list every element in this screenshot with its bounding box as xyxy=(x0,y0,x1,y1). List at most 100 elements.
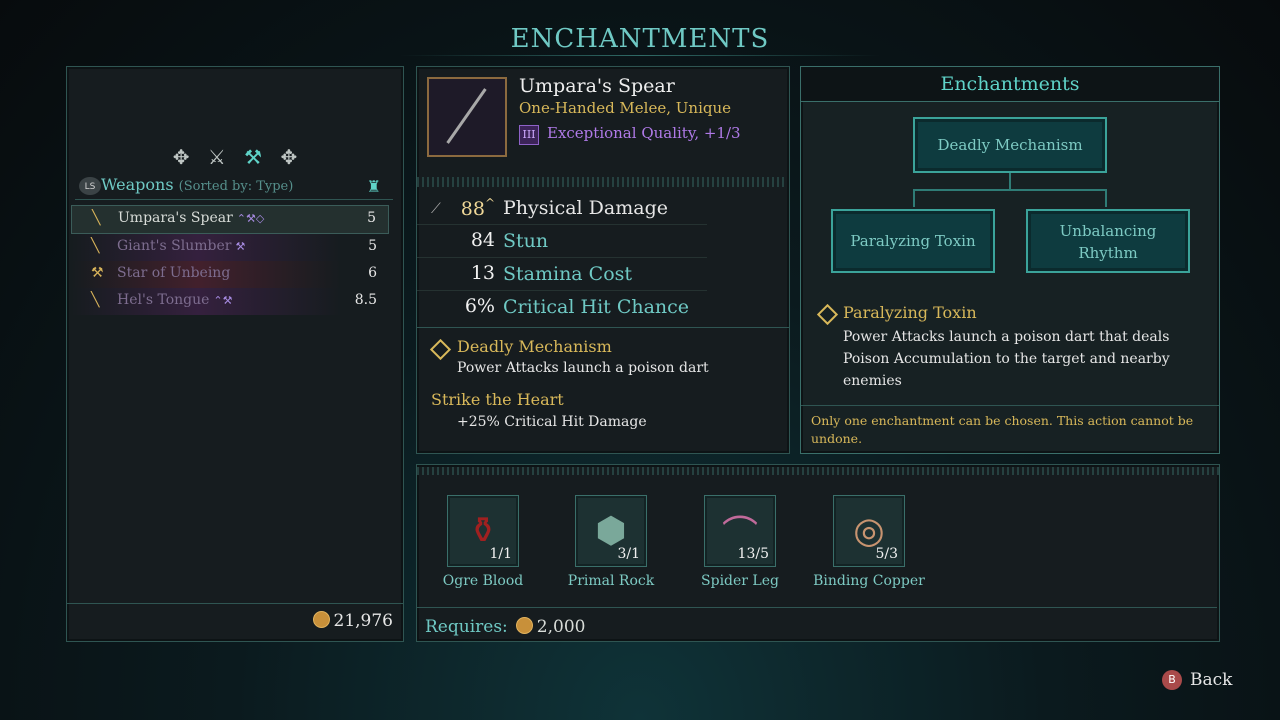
weapon-weight: 8.5 xyxy=(354,292,377,308)
requires-label: Requires: xyxy=(425,617,508,637)
material-count: 5/3 xyxy=(875,546,898,562)
stat-stun: 84 Stun xyxy=(417,227,707,258)
material-slot: ◎ 5/3 xyxy=(833,495,905,567)
divider xyxy=(417,177,787,187)
connector xyxy=(1105,189,1107,207)
stat-value: 13 xyxy=(470,262,495,284)
material-name: Ogre Blood xyxy=(442,573,524,589)
stat-value: 6% xyxy=(464,295,495,317)
category-icons: ✥ ⚔ ⚒ ✥ xyxy=(67,145,403,169)
stat-stamina-cost: 13 Stamina Cost xyxy=(417,260,707,291)
node-unbalancing-rhythm[interactable]: Unbalancing Rhythm xyxy=(1026,209,1190,273)
material-name: Binding Copper xyxy=(813,573,925,589)
enchantments-title: Enchantments xyxy=(940,73,1080,95)
material-slot: ⌒ 13/5 xyxy=(704,495,776,567)
page-title: ENCHANTMENTS xyxy=(510,24,770,54)
weapon-weight: 6 xyxy=(368,265,377,281)
stat-label: Physical Damage xyxy=(503,197,668,219)
requires-amount: 2,000 xyxy=(536,617,586,637)
weapon-name: Hel's Tongue xyxy=(117,292,210,308)
sort-label[interactable]: (Sorted by: Type) xyxy=(179,179,294,194)
current-enchant-desc: Power Attacks launch a poison dart xyxy=(457,360,709,376)
stat-value: 88^ xyxy=(460,196,495,220)
weapons-title: Weapons (Sorted by: Type) xyxy=(101,175,294,194)
material-count: 1/1 xyxy=(489,546,512,562)
enchant-diamond-icon xyxy=(816,303,839,326)
stat-label: Stun xyxy=(503,230,549,252)
anvil-icon[interactable]: ⚒ xyxy=(244,145,262,169)
back-button[interactable]: B Back xyxy=(1162,670,1232,690)
warning-text: Only one enchantment can be chosen. This… xyxy=(811,413,1194,446)
dpad-left-icon: ✥ xyxy=(172,145,190,169)
ls-button-icon: LS xyxy=(79,177,101,195)
sword-icon: ╲ xyxy=(91,292,100,308)
coin-icon xyxy=(515,617,533,634)
material-slot: ⚱ 1/1 xyxy=(447,495,519,567)
material-ogre-blood[interactable]: ⚱ 1/1 Ogre Blood xyxy=(423,495,543,589)
divider xyxy=(67,603,403,604)
material-slot: ⬢ 3/1 xyxy=(575,495,647,567)
anvil-tag-icon: ⚒ xyxy=(235,240,246,253)
back-label: Back xyxy=(1190,670,1233,690)
list-item-giants-slumber[interactable]: ╲ Giant's Slumber ⚒ 5 xyxy=(71,234,389,261)
selected-enchant-title: Paralyzing Toxin xyxy=(843,303,977,322)
material-binding-copper[interactable]: ◎ 5/3 Binding Copper xyxy=(809,495,929,589)
material-name: Primal Rock xyxy=(567,573,655,589)
dpad-right-icon: ✥ xyxy=(280,145,298,169)
material-name: Spider Leg xyxy=(701,573,779,589)
enchantments-panel: Enchantments Deadly Mechanism Paralyzing… xyxy=(800,66,1220,454)
rune-tags-icon: ⌃⚒◇ xyxy=(236,212,265,225)
weapon-name: Umpara's Spear xyxy=(118,210,233,226)
stat-value: 84 xyxy=(470,229,495,251)
spear-icon xyxy=(446,88,487,144)
node-paralyzing-toxin[interactable]: Paralyzing Toxin xyxy=(831,209,995,273)
stat-label: Critical Hit Chance xyxy=(503,296,690,318)
material-primal-rock[interactable]: ⬢ 3/1 Primal Rock xyxy=(551,495,671,589)
materials-panel: ⚱ 1/1 Ogre Blood ⬢ 3/1 Primal Rock ⌒ 13/… xyxy=(416,464,1220,642)
crossed-swords-icon[interactable]: ⚔ xyxy=(208,145,226,169)
bonus-title: Strike the Heart xyxy=(431,390,564,409)
weapon-weight: 5 xyxy=(368,238,377,254)
connector xyxy=(913,189,915,207)
bag-icon[interactable]: ♜ xyxy=(367,177,381,196)
hammer-icon: ⚒ xyxy=(91,265,104,281)
weapon-name: Giant's Slumber xyxy=(117,238,232,254)
current-enchant-title: Deadly Mechanism xyxy=(457,337,612,356)
quality-badge: III xyxy=(519,125,539,145)
material-spider-leg[interactable]: ⌒ 13/5 Spider Leg xyxy=(680,495,800,589)
material-count: 3/1 xyxy=(617,546,640,562)
weapons-list: ╲ Umpara's Spear ⌃⚒◇ 5 ╲ Giant's Slumber ⚒… xyxy=(71,205,389,315)
divider xyxy=(417,467,1219,475)
divider xyxy=(417,607,1217,608)
weapons-panel: ✥ ⚔ ⚒ ✥ LS Weapons (Sorted by: Type) ♜ ╲… xyxy=(66,66,404,642)
item-quality: III Exceptional Quality, +1/3 xyxy=(519,124,741,145)
selected-enchant-desc: Power Attacks launch a poison dart that … xyxy=(843,329,1170,389)
bonus-desc: +25% Critical Hit Damage xyxy=(457,414,647,430)
weapon-name: Star of Unbeing xyxy=(117,265,231,281)
weapons-header: LS Weapons (Sorted by: Type) ♜ xyxy=(75,175,393,200)
item-type: One-Handed Melee, Unique xyxy=(519,99,731,117)
connector xyxy=(913,189,1107,191)
item-name: Umpara's Spear xyxy=(519,75,675,97)
material-count: 13/5 xyxy=(737,546,769,562)
list-item-umparas-spear[interactable]: ╲ Umpara's Spear ⌃⚒◇ 5 xyxy=(71,205,389,234)
item-detail-panel: Umpara's Spear One-Handed Melee, Unique … xyxy=(416,66,790,454)
spear-icon: ╲ xyxy=(91,238,100,254)
requires-row: Requires: 2,000 xyxy=(425,617,585,637)
spear-icon: ╲ xyxy=(92,210,101,226)
stat-physical-damage: 88^ Physical Damage xyxy=(417,194,707,225)
weapon-weight: 5 xyxy=(367,210,376,226)
node-deadly-mechanism[interactable]: Deadly Mechanism xyxy=(913,117,1107,173)
list-item-hels-tongue[interactable]: ╲ Hel's Tongue ⌃⚒ 8.5 xyxy=(71,288,389,315)
coin-icon xyxy=(312,611,330,628)
list-item-star-of-unbeing[interactable]: ⚒ Star of Unbeing 6 xyxy=(71,261,389,288)
rune-tags-icon: ⌃⚒ xyxy=(213,294,233,307)
stat-critical-hit: 6% Critical Hit Chance xyxy=(417,293,707,323)
gold-total: 21,976 xyxy=(312,611,393,631)
divider xyxy=(417,327,789,328)
title-divider xyxy=(400,55,880,56)
connector xyxy=(1009,173,1011,189)
item-thumbnail xyxy=(427,77,507,157)
stat-label: Stamina Cost xyxy=(503,263,633,285)
b-button-icon: B xyxy=(1162,670,1182,690)
